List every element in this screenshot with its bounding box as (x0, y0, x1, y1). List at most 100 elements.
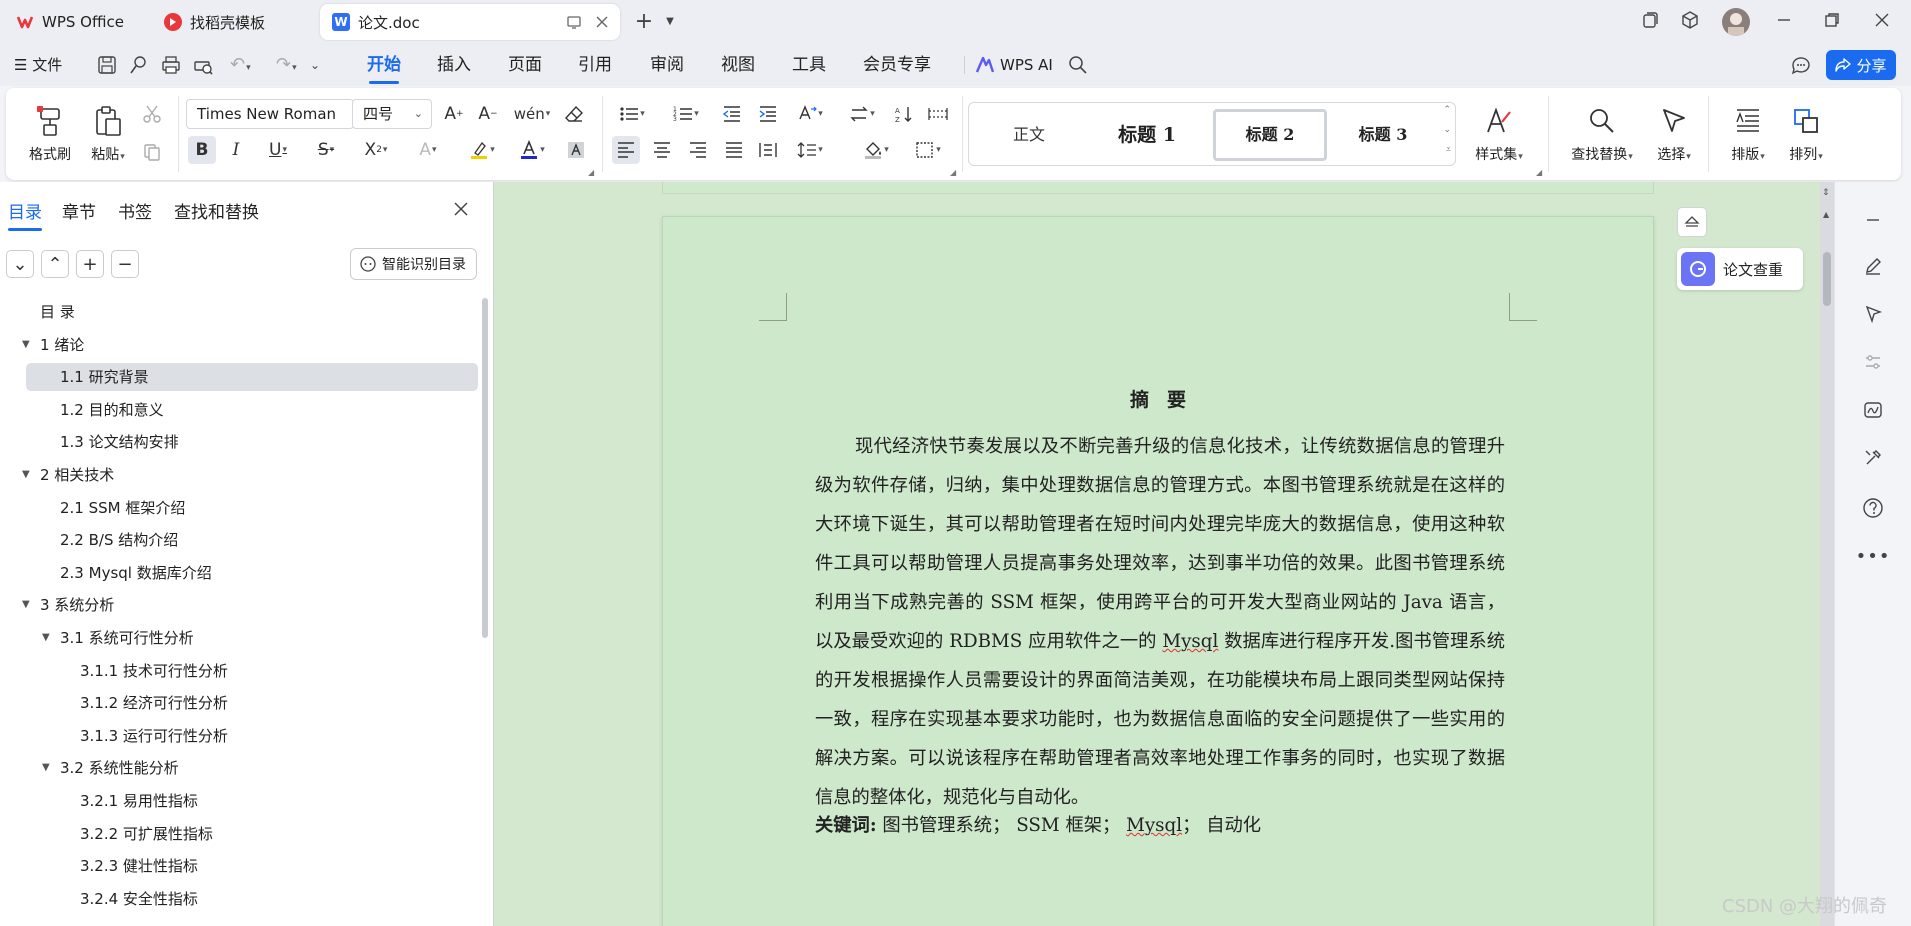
style-heading-1[interactable]: 标题 1 (1095, 109, 1199, 161)
increase-indent-icon[interactable] (754, 100, 782, 128)
tools-icon[interactable] (1859, 444, 1887, 472)
line-spacing-icon[interactable]: ▾ (790, 136, 830, 164)
toc-item[interactable]: 2.2 B/S 结构介绍 (0, 526, 480, 554)
save-icon[interactable] (96, 54, 118, 76)
phonetic-guide-icon[interactable]: wén ▾ (512, 100, 552, 128)
redo-icon[interactable]: ↷▾ (276, 44, 297, 86)
share-button[interactable]: 分享 (1826, 50, 1896, 80)
cube-icon[interactable] (1680, 10, 1704, 34)
toc-item[interactable]: 3.2.4 安全性指标 (0, 885, 480, 913)
sidebar-scrollbar[interactable] (482, 298, 488, 638)
more-chevron-icon[interactable]: ⌄ (310, 44, 320, 86)
sort-icon[interactable]: AZ (890, 100, 918, 128)
scroll-up-icon[interactable]: ▲ (1823, 210, 1829, 219)
strikethrough-button[interactable]: S ▾ (306, 136, 346, 164)
font-size-select[interactable]: 四号 ⌄ (352, 99, 432, 129)
arrange-button[interactable]: 排列▾ (1778, 88, 1834, 180)
show-marks-icon[interactable] (924, 100, 952, 128)
shading-icon[interactable]: ▾ (856, 136, 896, 164)
paste-button[interactable]: 粘贴▾ (78, 88, 138, 180)
highlight-icon[interactable]: ▾ (462, 136, 502, 164)
more-options-icon[interactable]: ••• (1856, 542, 1890, 570)
tab-list-chevron-icon[interactable]: ▼ (658, 10, 682, 34)
toc-item[interactable]: 3.2 系统性能分析 ▼ (0, 754, 480, 782)
export-icon[interactable] (128, 54, 150, 76)
tab-page[interactable]: 页面 (508, 44, 542, 86)
paper-check-button[interactable]: 论文查重 (1677, 248, 1803, 290)
font-name-select[interactable]: Times New Roman (186, 99, 354, 129)
restore-icon[interactable] (1822, 10, 1846, 34)
smart-toc-button[interactable]: 智能识别目录 (350, 248, 477, 280)
tab-member[interactable]: 会员专享 (863, 44, 931, 86)
help-icon[interactable] (1859, 494, 1887, 522)
toc-item[interactable]: 3.2.3 健壮性指标 (0, 852, 480, 880)
bold-button[interactable]: B (188, 136, 216, 164)
toc-item[interactable]: 1 绪论 ▼ (0, 331, 480, 359)
char-shading-icon[interactable] (562, 136, 590, 164)
toc-item[interactable]: 3.1.1 技术可行性分析 (0, 657, 480, 685)
toc-item[interactable]: 1.3 论文结构安排 (0, 428, 480, 456)
font-grow-icon[interactable]: A + (440, 100, 468, 128)
sidebar-tab-bookmarks[interactable]: 书签 (118, 198, 152, 223)
new-tab-icon[interactable]: + (632, 10, 656, 34)
minimize-icon[interactable] (1774, 10, 1798, 34)
distribute-icon[interactable] (754, 136, 782, 164)
cut-icon[interactable] (138, 100, 166, 128)
font-shrink-icon[interactable]: A − (474, 100, 502, 128)
style-heading-3[interactable]: 标题 3 (1331, 109, 1435, 161)
tab-references[interactable]: 引用 (578, 44, 612, 86)
close-pane-icon[interactable] (452, 200, 470, 218)
text-direction-icon[interactable]: ▾ (790, 100, 830, 128)
tab-home[interactable]: 开始 (367, 44, 401, 86)
layout-button[interactable]: 排版▾ (1720, 88, 1776, 180)
toc-item[interactable]: 3.1.2 经济可行性分析 (0, 689, 480, 717)
find-replace-button[interactable]: 查找替换▾ (1562, 88, 1642, 180)
select-button[interactable]: 选择▾ (1646, 88, 1702, 180)
toc-item[interactable]: 3.1 系统可行性分析 ▼ (0, 624, 480, 652)
document-page[interactable]: 摘要 现代经济快节奏发展以及不断完善升级的信息化技术，让传统数据信息的管理升级为… (662, 216, 1654, 926)
tab-view[interactable]: 视图 (721, 44, 755, 86)
sidebar-tab-find-replace[interactable]: 查找和替换 (174, 198, 259, 223)
split-handle-icon[interactable]: ⇕ (1822, 188, 1830, 198)
window-mode-icon[interactable] (566, 14, 582, 30)
toc-item[interactable]: 3 系统分析 ▼ (0, 591, 480, 619)
toc-item[interactable]: 2.1 SSM 框架介绍 (0, 494, 480, 522)
expand-gallery-icon[interactable]: ⩡ (1446, 145, 1451, 155)
tab-review[interactable]: 审阅 (650, 44, 684, 86)
expand-arrow-icon[interactable]: ▼ (22, 591, 30, 619)
multi-window-icon[interactable] (1640, 10, 1664, 34)
handwriting-icon[interactable] (1859, 396, 1887, 424)
print-preview-icon[interactable] (192, 54, 214, 76)
toc-item[interactable]: 1.1 研究背景 (26, 363, 478, 392)
select-cursor-icon[interactable] (1859, 300, 1887, 328)
scroll-thumb[interactable] (1823, 252, 1831, 306)
collapse-panel-button[interactable] (1677, 207, 1707, 237)
toc-item[interactable]: 3.2.1 易用性指标 (0, 787, 480, 815)
tab-document[interactable]: W 论文.doc (320, 4, 620, 40)
collapse-panel-icon[interactable] (1859, 206, 1887, 234)
expand-down-button[interactable]: ⌄ (6, 250, 34, 278)
clear-format-icon[interactable] (560, 100, 588, 128)
sort-direction-icon[interactable]: ▾ (842, 100, 882, 128)
toc-item[interactable]: 2.3 Mysql 数据库介绍 (0, 559, 480, 587)
remove-entry-button[interactable]: − (111, 250, 139, 278)
scroll-down-icon[interactable]: ⌄ (1443, 125, 1451, 135)
tab-docer[interactable]: 找稻壳模板 (152, 4, 312, 40)
superscript-button[interactable]: X 2 ▾ (356, 136, 396, 164)
tab-wps-office[interactable]: WPS Office (4, 4, 144, 40)
search-icon[interactable] (1068, 55, 1088, 75)
expand-arrow-icon[interactable]: ▼ (42, 624, 50, 652)
borders-icon[interactable]: ▾ (908, 136, 948, 164)
file-menu[interactable]: ☰ 文件 (14, 44, 62, 86)
decrease-indent-icon[interactable] (718, 100, 746, 128)
align-left-button[interactable] (612, 136, 640, 164)
numbered-list-icon[interactable]: 1 2 3 ▾ (666, 100, 706, 128)
expand-arrow-icon[interactable]: ▼ (42, 754, 50, 782)
add-entry-button[interactable]: + (76, 250, 104, 278)
edit-pen-icon[interactable] (1859, 252, 1887, 280)
sidebar-tab-chapters[interactable]: 章节 (62, 198, 96, 223)
italic-button[interactable]: I (222, 136, 250, 164)
font-color-icon[interactable]: ▾ (512, 136, 552, 164)
close-tab-icon[interactable] (594, 14, 610, 30)
dialog-launcher-icon[interactable]: ◢ (1536, 168, 1542, 177)
